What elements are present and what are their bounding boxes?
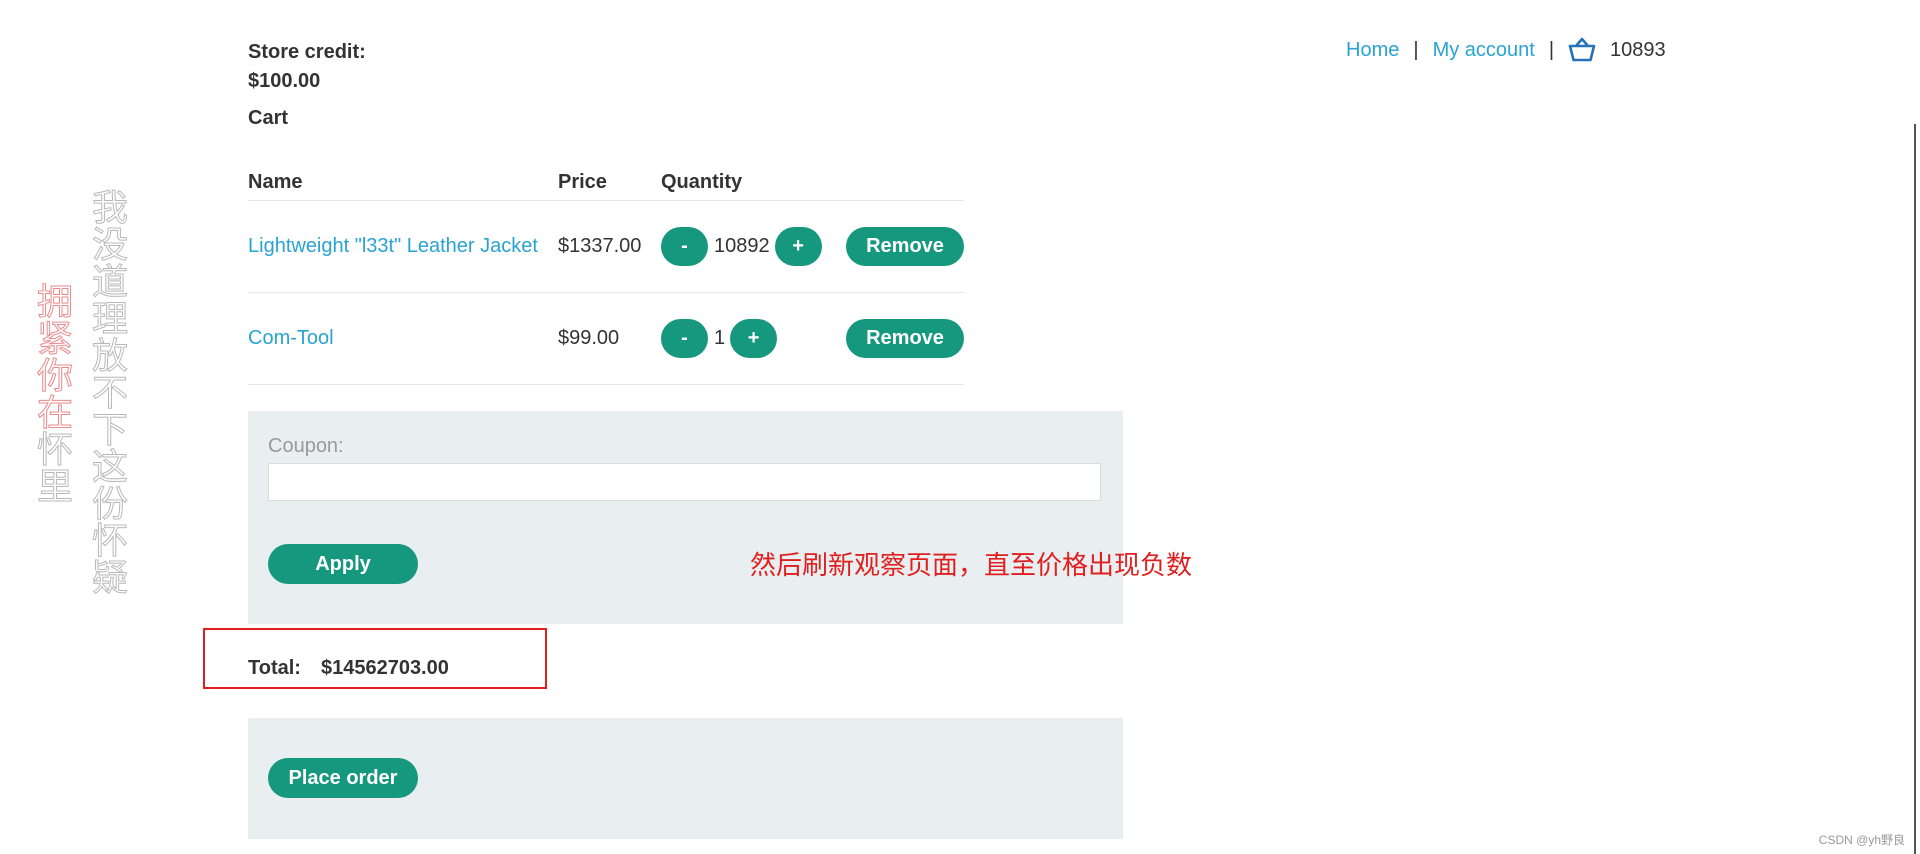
place-order-button[interactable]: Place order (268, 758, 418, 798)
nav-separator: | (1548, 38, 1555, 61)
table-header: Name Price Quantity (248, 164, 964, 201)
total-value: $14562703.00 (320, 657, 449, 679)
table-row: Lightweight "l33t" Leather Jacket $1337.… (248, 201, 964, 293)
apply-coupon-button[interactable]: Apply (268, 544, 418, 584)
vertical-annotation-left-gray: 怀里 (36, 430, 73, 508)
vertical-annotation-left: 拥紧你在怀里 (35, 282, 75, 508)
coupon-panel: Coupon: Apply (248, 411, 1123, 624)
page: 拥紧你在怀里 我没道理放不下这份怀疑 Store credit: $100.00… (0, 0, 1920, 854)
cart-title: Cart (248, 107, 289, 129)
cart-count: 10893 (1610, 38, 1666, 61)
product-price: $99.00 (558, 327, 620, 349)
quantity-value: 1 (714, 327, 726, 349)
column-header-price: Price (558, 170, 607, 193)
remove-button[interactable]: Remove (846, 319, 964, 358)
column-header-name: Name (248, 170, 303, 193)
coupon-input[interactable] (268, 463, 1101, 501)
increase-quantity-button[interactable]: + (774, 227, 822, 266)
store-credit-value: $100.00 (248, 70, 321, 92)
coupon-label: Coupon: (268, 435, 344, 457)
top-navigation: Home | My account | 10893 (1346, 37, 1666, 63)
cart-table: Name Price Quantity Lightweight "l33t" L… (248, 164, 964, 385)
my-account-link[interactable]: My account (1433, 39, 1535, 62)
product-link[interactable]: Lightweight "l33t" Leather Jacket (248, 235, 538, 257)
product-link[interactable]: Com-Tool (248, 327, 334, 349)
decrease-quantity-button[interactable]: - (661, 319, 708, 358)
vertical-annotation-right: 我没道理放不下这份怀疑 (91, 188, 128, 599)
basket-icon[interactable] (1568, 37, 1596, 63)
product-price: $1337.00 (558, 235, 642, 257)
vertical-annotation-left-red: 拥紧你在 (36, 282, 73, 434)
nav-separator: | (1413, 38, 1419, 61)
increase-quantity-button[interactable]: + (730, 319, 778, 358)
table-row: Com-Tool $99.00 - 1 + Remove (248, 293, 964, 385)
remove-button[interactable]: Remove (846, 227, 964, 266)
store-credit-label: Store credit: (248, 41, 366, 63)
home-link[interactable]: Home (1346, 39, 1399, 62)
store-credit: Store credit: $100.00 (248, 38, 366, 96)
total-label: Total: (248, 657, 301, 679)
place-order-panel: Place order (248, 718, 1123, 839)
order-total: Total: $14562703.00 (248, 657, 449, 680)
column-header-quantity: Quantity (661, 170, 743, 193)
vertical-scrollbar[interactable] (1914, 124, 1916, 854)
watermark: CSDN @yh野良 (1818, 833, 1905, 847)
annotation-note: 然后刷新观察页面，直至价格出现负数 (750, 551, 1193, 581)
quantity-value: 10892 (714, 235, 770, 257)
decrease-quantity-button[interactable]: - (661, 227, 708, 266)
